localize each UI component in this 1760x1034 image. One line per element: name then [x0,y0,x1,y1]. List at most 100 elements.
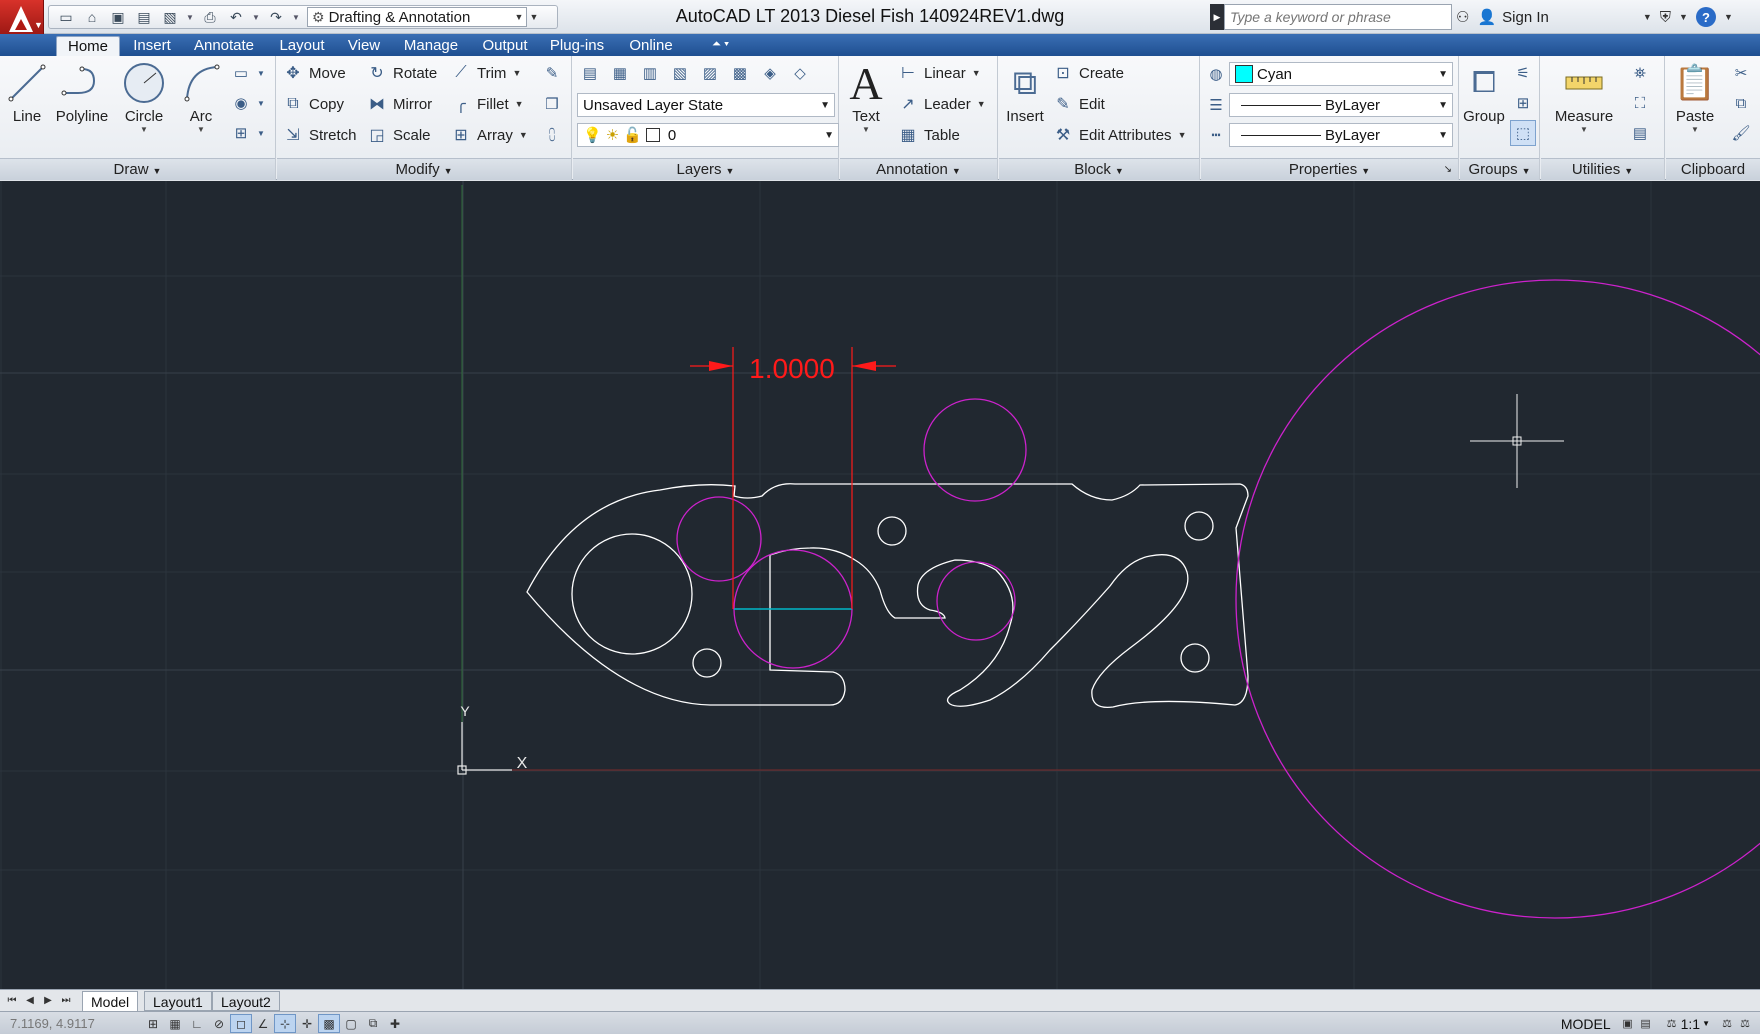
chevron-down-icon[interactable]: ▼ [254,90,268,116]
block-panel-title[interactable]: Block ▼ [999,158,1199,180]
osnap-icon[interactable]: ◻ [230,1014,252,1033]
linetype-dropdown[interactable]: ByLayer ▼ [1229,123,1453,147]
tab-insert[interactable]: Insert [128,36,176,56]
linetype-icon[interactable]: ┅ [1203,122,1229,148]
tab-view[interactable]: View [344,36,384,56]
select-similar-icon[interactable]: ⛶ [1627,90,1653,116]
layers-panel-title[interactable]: Layers ▼ [573,158,838,180]
rotate-button[interactable]: ↻ Rotate [365,60,437,86]
open-file-icon[interactable]: ⌂ [79,7,105,27]
current-layer-dropdown[interactable]: 💡 ☀ 🔓 0 ▼ [577,123,839,147]
layer-freeze-icon[interactable]: ▨ [697,60,723,86]
calculator-icon[interactable]: ▤ [1627,120,1653,146]
last-layout-icon[interactable]: ⏭ [58,994,74,1008]
ungroup-icon[interactable]: ⚟ [1510,60,1536,86]
draw-panel-title[interactable]: Draw ▼ [0,158,275,180]
undo-icon[interactable]: ↶ [223,7,249,27]
rectangle-icon[interactable]: ▭ [228,60,254,86]
auto-scale-icon[interactable]: ⚖ [1736,1016,1754,1032]
qp-icon[interactable]: ▢ [340,1014,362,1033]
layer-states-icon[interactable]: ▦ [607,60,633,86]
redo-icon[interactable]: ↷ [263,7,289,27]
drawing-canvas[interactable]: 1.0000 Y X [0,181,1760,989]
binoculars-icon[interactable]: ⚇ [1452,4,1473,30]
layer-walk-icon[interactable]: ◇ [787,60,813,86]
snap-icon[interactable]: ⊞ [142,1014,164,1033]
linear-dimension[interactable] [690,347,896,609]
circle-button[interactable]: Circle ▼ [118,60,170,134]
move-button[interactable]: ✥ Move [281,60,345,86]
measure-button[interactable]: Measure ▼ [1549,60,1619,134]
layer-isolate-icon[interactable]: ▧ [667,60,693,86]
help-button[interactable]: ? [1692,4,1720,30]
publish-icon[interactable]: ▧ [157,7,183,27]
tab-plug-ins[interactable]: Plug-ins [544,36,610,56]
boundary-icon[interactable]: ⊞ [228,120,254,146]
next-layout-icon[interactable]: ▶ [40,994,56,1008]
table-button[interactable]: ▦ Table [896,122,959,148]
dialog-launcher-icon[interactable]: ↘ [1444,159,1452,180]
utilities-panel-title[interactable]: Utilities ▼ [1541,158,1664,180]
linear-dimension-button[interactable]: ⊢ Linear ▼ [896,60,981,86]
groups-panel-title[interactable]: Groups ▼ [1460,158,1539,180]
plot-icon[interactable]: ⎙ [197,7,223,27]
group-edit-icon[interactable]: ⊞ [1510,90,1536,116]
layer-state-dropdown[interactable]: Unsaved Layer State ▼ [577,93,835,117]
leader-button[interactable]: ↗ Leader ▼ [896,91,985,117]
customize-qat-icon[interactable]: ▼ [527,12,541,22]
model-space-button[interactable]: MODEL [1561,1016,1611,1032]
quick-view-layouts-icon[interactable]: ▣ [1619,1016,1637,1032]
tab-layout[interactable]: Layout [272,36,332,56]
expand-search-icon[interactable]: ▶ [1210,4,1224,30]
chevron-down-icon[interactable]: ▼ [289,7,303,27]
annotation-scale[interactable]: ⚖ 1:1 ▼ [1663,1016,1710,1032]
tab-online[interactable]: Online [622,36,680,56]
layer-lock-icon[interactable]: ▩ [727,60,753,86]
lwt-icon[interactable]: ✛ [296,1014,318,1033]
tab-home[interactable]: Home [56,36,120,56]
hatch-icon[interactable]: ◉ [228,90,254,116]
polar-icon[interactable]: ⊘ [208,1014,230,1033]
otrack-icon[interactable]: ∠ [252,1014,274,1033]
line-button[interactable]: Line [6,60,48,125]
group-button[interactable]: ⧠ Group [1462,60,1506,125]
user-icon[interactable]: 👤 [1473,4,1500,30]
copy-button[interactable]: ⧉ Copy [281,91,344,117]
lineweight-dropdown[interactable]: ByLayer ▼ [1229,93,1453,117]
search-input[interactable] [1224,4,1452,30]
quick-view-drawings-icon[interactable]: ▤ [1637,1016,1655,1032]
scale-button[interactable]: ◲ Scale [365,122,430,148]
save-as-icon[interactable]: ▤ [131,7,157,27]
offset-icon[interactable]: ⩇ [539,122,565,148]
minimize-ribbon-icon[interactable]: ⏶ ▾ [712,38,729,51]
tab-layout1[interactable]: Layout1 [144,991,212,1011]
model-space-drawing[interactable]: 1.0000 Y X [0,181,1760,989]
color-wheel-icon[interactable]: ◍ [1203,61,1229,87]
chevron-down-icon[interactable]: ▼ [1639,4,1656,30]
tab-annotate[interactable]: Annotate [188,36,260,56]
tab-output[interactable]: Output [476,36,534,56]
insert-block-button[interactable]: ⧉ Insert [1003,60,1047,126]
cut-icon[interactable]: ✂ [1728,60,1754,86]
stretch-button[interactable]: ⇲ Stretch [281,122,356,148]
new-file-icon[interactable]: ▭ [53,7,79,27]
chevron-down-icon[interactable]: ▼ [1720,4,1737,30]
match-properties-icon[interactable]: 🖌 [1728,120,1754,146]
annotation-panel-title[interactable]: Annotation ▼ [840,158,997,180]
ortho-icon[interactable]: ∟ [186,1014,208,1033]
sc-icon[interactable]: ⧉ [362,1014,384,1033]
layer-properties-icon[interactable]: ▤ [577,60,603,86]
tpy-icon[interactable]: ▩ [318,1014,340,1033]
first-layout-icon[interactable]: ⏮ [4,994,20,1008]
dyn-icon[interactable]: ⊹ [274,1014,296,1033]
group-selection-icon[interactable]: ⬚ [1510,120,1536,146]
chevron-down-icon[interactable]: ▼ [254,60,268,86]
chevron-down-icon[interactable]: ▼ [1675,4,1692,30]
explode-icon[interactable]: ❒ [539,91,565,117]
coordinate-readout[interactable]: 7.1169, 4.9117 [10,1016,95,1031]
lineweight-icon[interactable]: ☰ [1203,92,1229,118]
quick-select-icon[interactable]: ⛯ [1627,60,1653,86]
fillet-button[interactable]: ╭ Fillet ▼ [449,91,523,117]
chevron-down-icon[interactable]: ▼ [254,120,268,146]
copy-clip-icon[interactable]: ⧉ [1728,90,1754,116]
